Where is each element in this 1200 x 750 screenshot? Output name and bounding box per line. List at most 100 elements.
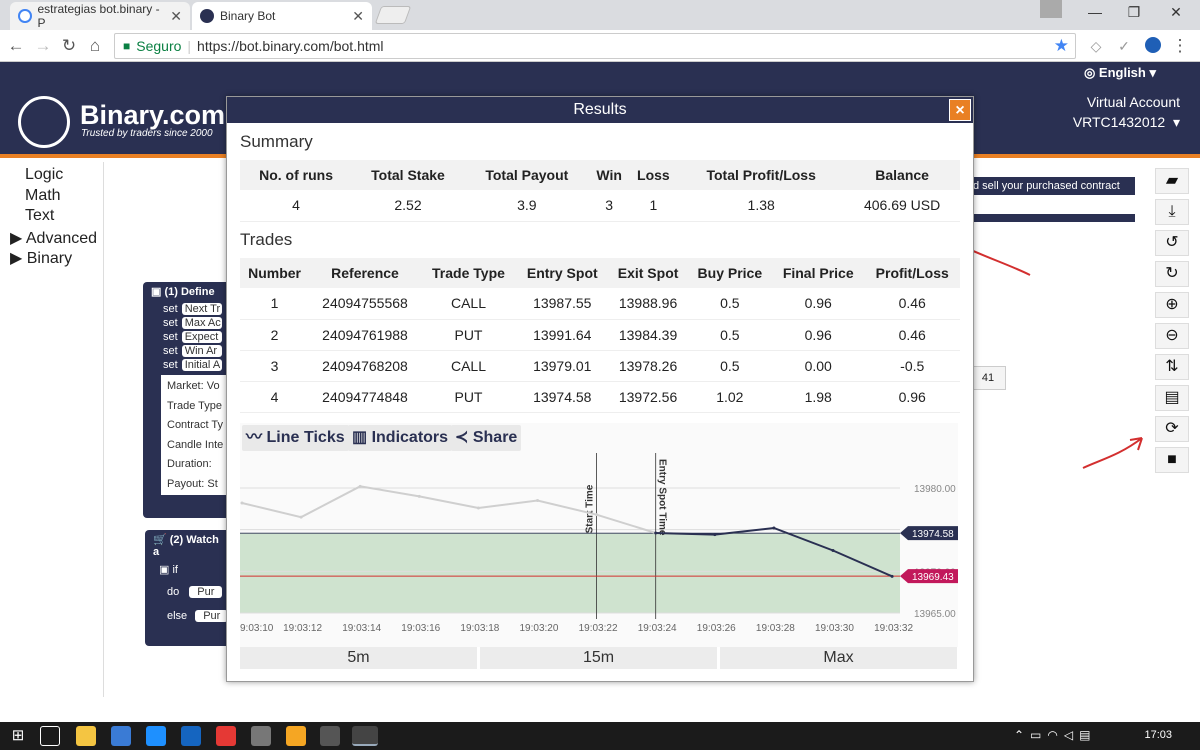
redo-icon[interactable]: ↻ (1155, 261, 1189, 287)
variable-name[interactable]: Initial A (181, 359, 222, 371)
open-folder-icon[interactable]: ▰ (1155, 168, 1189, 194)
summary-value-cell: 2.52 (352, 190, 464, 222)
trade-definition-block[interactable]: ▣ (1) Define set Next Tr set Max Ac set Exp… (143, 282, 233, 518)
minimize-icon[interactable]: — (1085, 4, 1105, 22)
trade-cell: 13978.26 (608, 350, 688, 382)
ie-icon[interactable] (181, 726, 201, 746)
maximize-icon[interactable]: ❐ (1124, 4, 1144, 22)
if-row[interactable]: ▣ if (145, 561, 233, 578)
extension-check-icon[interactable]: ✓ (1114, 36, 1134, 56)
language-selector[interactable]: ◎ English ▾ (1084, 65, 1156, 81)
category-text[interactable]: Text (25, 207, 54, 225)
summary-header-cell: Balance (844, 160, 960, 190)
extension-globe-icon[interactable] (1145, 37, 1161, 53)
trades-heading: Trades (240, 230, 293, 249)
set-label: set (163, 359, 178, 371)
param-contract-type[interactable]: Contract Ty (167, 416, 227, 436)
purchase-slot[interactable]: Pur (195, 610, 229, 622)
app-icon[interactable] (216, 726, 236, 746)
category-math[interactable]: Math (25, 187, 61, 205)
trade-cell: 0.96 (772, 288, 865, 320)
file-explorer-icon[interactable] (76, 726, 96, 746)
zoom-in-icon[interactable]: ⊕ (1155, 292, 1189, 318)
forward-icon[interactable]: → (33, 36, 53, 56)
close-tab-icon[interactable]: ✕ (170, 8, 182, 25)
taskbar-clock[interactable]: 17:03 (1144, 729, 1172, 741)
variable-name[interactable]: Win Ar (181, 345, 222, 357)
brand-name[interactable]: Binary.com (80, 100, 225, 131)
price-point (476, 506, 480, 510)
table-row[interactable]: 1 24094755568 CALL 13987.55 13988.96 0.5 0.96 0… (240, 288, 960, 320)
variable-name[interactable]: Max Ac (181, 317, 222, 329)
summary-doc-icon[interactable]: ▤ (1155, 385, 1189, 411)
windows-start-icon[interactable]: ⊞ (8, 726, 28, 746)
extension-tag-icon[interactable]: ◇ (1086, 36, 1106, 56)
set-row[interactable]: set Win Ar (163, 345, 233, 357)
reset-icon[interactable]: ⟳ (1155, 416, 1189, 442)
param-candle-interval[interactable]: Candle Inte (167, 436, 227, 456)
param-duration[interactable]: Duration: (167, 455, 227, 475)
windows-taskbar: ⊞ ⌃▭◠◁▤ 17:03 (0, 722, 1200, 750)
category-advanced[interactable]: ▶ Advanced (10, 228, 97, 248)
chrome-taskbar-icon[interactable] (352, 726, 378, 746)
app-icon[interactable] (251, 726, 271, 746)
calculator-icon[interactable] (320, 726, 340, 746)
range-5m-button[interactable]: 5m (240, 647, 477, 669)
chart-type-button[interactable]: 〰 Line (242, 425, 304, 451)
purchase-slot[interactable]: Pur (189, 586, 223, 598)
close-window-icon[interactable]: ✕ (1166, 4, 1186, 22)
param-market[interactable]: Market: Vo (167, 377, 227, 397)
stop-icon[interactable]: ■ (1155, 447, 1189, 473)
profile-icon[interactable] (1040, 0, 1062, 18)
account-switcher[interactable]: Virtual Account VRTC1432012 ▾ (1030, 92, 1180, 132)
reload-icon[interactable]: ↻ (59, 36, 79, 56)
param-trade-type[interactable]: Trade Type (167, 397, 227, 417)
set-row[interactable]: set Next Tr (163, 303, 233, 315)
range-max-button[interactable]: Max (720, 647, 957, 669)
back-icon[interactable]: ← (6, 36, 26, 56)
price-point (713, 533, 717, 537)
save-download-icon[interactable]: ⤓ (1155, 199, 1189, 225)
bookmark-star-icon[interactable]: ★ (1054, 36, 1069, 56)
price-chart[interactable]: 〰 Line Ticks ▥ Indicators ≺ Share 13980.… (240, 423, 958, 647)
table-row[interactable]: 2 24094761988 PUT 13991.64 13984.39 0.5 0.96 0.… (240, 319, 960, 351)
close-icon[interactable]: × (949, 99, 971, 121)
account-type: Virtual Account (1086, 94, 1180, 110)
table-row[interactable]: 4 24094774848 PUT 13974.58 13972.56 1.02 1.98 0… (240, 381, 960, 413)
binary-logo-icon[interactable] (18, 96, 70, 148)
close-tab-icon[interactable]: ✕ (352, 8, 364, 25)
sort-blocks-icon[interactable]: ⇅ (1155, 354, 1189, 380)
system-tray-icons[interactable]: ⌃▭◠◁▤ (1014, 728, 1096, 742)
price-point (299, 515, 303, 519)
category-binary[interactable]: ▶ Binary (10, 248, 72, 268)
url-input[interactable]: ■ Seguro | https://bot.binary.com/bot.ht… (114, 33, 1076, 59)
set-row[interactable]: set Max Ac (163, 317, 233, 329)
set-row[interactable]: set Initial A (163, 359, 233, 371)
variable-name[interactable]: Next Tr (181, 303, 222, 315)
set-row[interactable]: set Expect (163, 331, 233, 343)
watch-purchase-block[interactable]: 🛒 (2) Watch a ▣ if do Pur else Pur (145, 530, 233, 646)
task-view-icon[interactable] (40, 726, 60, 746)
media-player-icon[interactable] (286, 726, 306, 746)
x-tick-label: 19:03:26 (697, 623, 736, 634)
ticks-button[interactable]: Ticks (300, 425, 349, 451)
table-row[interactable]: 3 24094768208 CALL 13979.01 13978.26 0.5 0.00-… (240, 350, 960, 382)
home-icon[interactable]: ⌂ (85, 36, 105, 56)
keyboard-app-icon[interactable] (111, 726, 131, 746)
summary-value-cell: 1.38 (678, 190, 845, 222)
category-logic[interactable]: Logic (25, 166, 63, 184)
set-label: set (163, 317, 178, 329)
undo-icon[interactable]: ↺ (1155, 230, 1189, 256)
tab-estrategias[interactable]: estrategias bot.binary - P ✕ (10, 2, 190, 30)
edge-icon[interactable] (146, 726, 166, 746)
variable-name[interactable]: Expect (181, 331, 222, 343)
tab-binary-bot[interactable]: Binary Bot ✕ (192, 2, 372, 30)
indicators-button[interactable]: ▥ Indicators (348, 425, 453, 451)
menu-kebab-icon[interactable]: ⋮ (1170, 36, 1190, 56)
range-15m-button[interactable]: 15m (480, 647, 717, 669)
x-tick-label: 19:03:14 (342, 623, 381, 634)
share-button[interactable]: ≺ Share (451, 425, 522, 451)
trade-cell: CALL (420, 288, 517, 320)
zoom-out-icon[interactable]: ⊖ (1155, 323, 1189, 349)
new-tab-button[interactable] (374, 6, 412, 24)
